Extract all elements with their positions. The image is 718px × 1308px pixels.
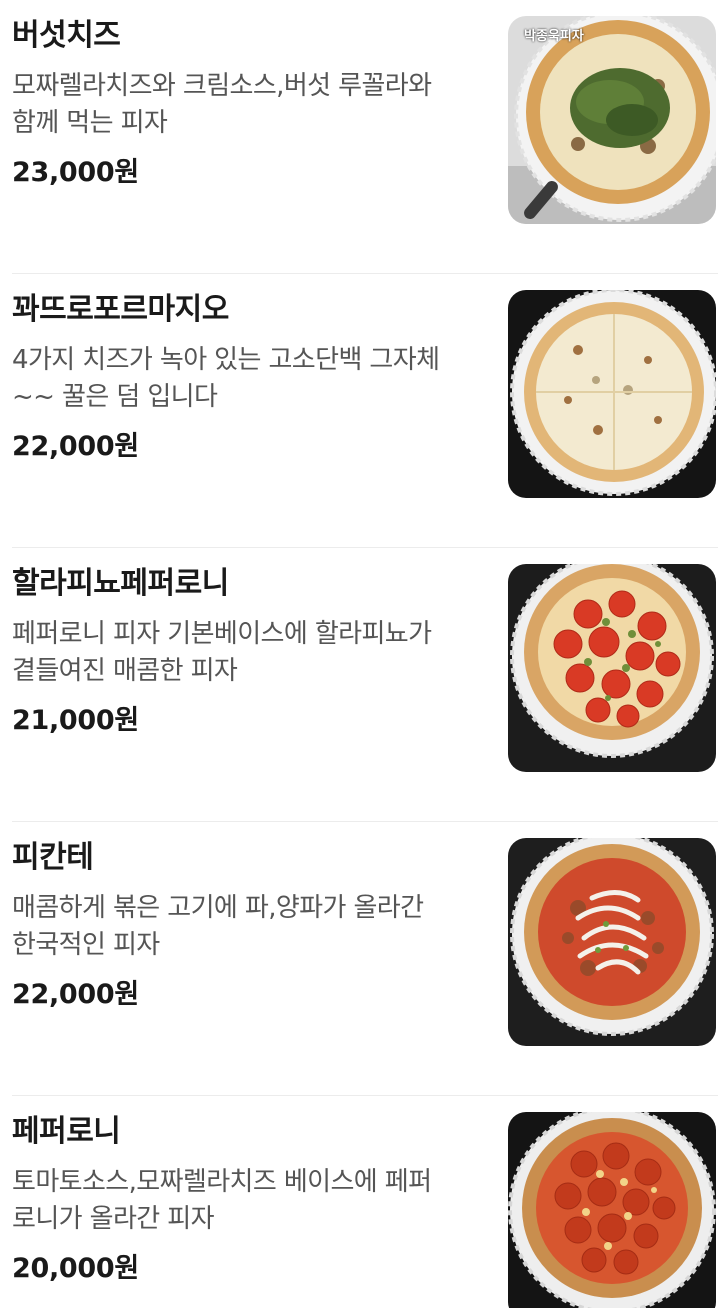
menu-list: 버섯치즈 모짜렐라치즈와 크림소스,버섯 루꼴라와 함께 먹는 피자 23,00… <box>0 0 718 1308</box>
menu-item-description-line: 곁들여진 매콤한 피자 <box>12 656 238 686</box>
menu-item-quattro-formaggi[interactable]: 꽈뜨로포르마지오 4가지 치즈가 녹아 있는 고소단백 그자체 ~~ 꿀은 덤 … <box>0 274 718 548</box>
menu-item-name: 할라피뇨페퍼로니 <box>12 566 229 601</box>
menu-item-description-line: 4가지 치즈가 녹아 있는 고소단백 그자체 <box>12 345 440 375</box>
image-watermark: 박종욱피자 <box>524 29 584 44</box>
menu-item-text: 꽈뜨로포르마지오 4가지 치즈가 녹아 있는 고소단백 그자체 ~~ 꿀은 덤 … <box>12 292 482 463</box>
mushroom-cheese-pizza-photo-icon <box>508 16 716 224</box>
menu-item-name: 버섯치즈 <box>12 18 121 53</box>
menu-item-image[interactable] <box>508 290 716 498</box>
menu-item-image[interactable] <box>508 564 716 772</box>
menu-item-piccante[interactable]: 피칸테 매콤하게 볶은 고기에 파,양파가 올라간 한국적인 피자 22,000… <box>0 822 718 1096</box>
menu-item-price: 22,000원 <box>12 979 139 1010</box>
menu-item-pepperoni[interactable]: 페퍼로니 토마토소스,모짜렐라치즈 베이스에 페퍼 로니가 올라간 피자 20,… <box>0 1096 718 1308</box>
menu-item-name: 피칸테 <box>12 840 94 875</box>
pepperoni-pizza-photo-icon <box>508 1112 716 1308</box>
menu-item-price: 21,000원 <box>12 705 139 736</box>
menu-item-price: 23,000원 <box>12 157 139 188</box>
menu-item-text: 페퍼로니 토마토소스,모짜렐라치즈 베이스에 페퍼 로니가 올라간 피자 20,… <box>12 1114 482 1285</box>
menu-item-description-line: 한국적인 피자 <box>12 930 160 960</box>
menu-item-image[interactable] <box>508 838 716 1046</box>
menu-item-description-line: 매콤하게 볶은 고기에 파,양파가 올라간 <box>12 893 424 923</box>
menu-item-description: 매콤하게 볶은 고기에 파,양파가 올라간 한국적인 피자 <box>12 890 482 964</box>
jalapeno-pepperoni-pizza-photo-icon <box>508 564 716 772</box>
menu-item-description: 토마토소스,모짜렐라치즈 베이스에 페퍼 로니가 올라간 피자 <box>12 1164 482 1238</box>
menu-item-text: 할라피뇨페퍼로니 페퍼로니 피자 기본베이스에 할라피뇨가 곁들여진 매콤한 피… <box>12 566 482 737</box>
menu-item-image[interactable] <box>508 1112 716 1308</box>
menu-item-description-line: 로니가 올라간 피자 <box>12 1204 214 1234</box>
menu-item-description: 페퍼로니 피자 기본베이스에 할라피뇨가 곁들여진 매콤한 피자 <box>12 616 482 690</box>
menu-item-image[interactable]: 박종욱피자 <box>508 16 716 224</box>
menu-item-price: 22,000원 <box>12 431 139 462</box>
menu-item-text: 피칸테 매콤하게 볶은 고기에 파,양파가 올라간 한국적인 피자 22,000… <box>12 840 482 1011</box>
menu-item-price: 20,000원 <box>12 1253 139 1284</box>
menu-item-name: 페퍼로니 <box>12 1114 121 1149</box>
menu-item-description: 모짜렐라치즈와 크림소스,버섯 루꼴라와 함께 먹는 피자 <box>12 68 482 142</box>
four-cheese-pizza-photo-icon <box>508 290 716 498</box>
menu-item-description-line: 함께 먹는 피자 <box>12 108 168 138</box>
menu-item-description-line: 토마토소스,모짜렐라치즈 베이스에 페퍼 <box>12 1167 432 1197</box>
menu-item-text: 버섯치즈 모짜렐라치즈와 크림소스,버섯 루꼴라와 함께 먹는 피자 23,00… <box>12 18 482 189</box>
menu-item-description-line: 모짜렐라치즈와 크림소스,버섯 루꼴라와 <box>12 71 432 101</box>
menu-item-jalapeno-pepperoni[interactable]: 할라피뇨페퍼로니 페퍼로니 피자 기본베이스에 할라피뇨가 곁들여진 매콤한 피… <box>0 548 718 822</box>
menu-item-description: 4가지 치즈가 녹아 있는 고소단백 그자체 ~~ 꿀은 덤 입니다 <box>12 342 482 416</box>
menu-item-mushroom-cheese[interactable]: 버섯치즈 모짜렐라치즈와 크림소스,버섯 루꼴라와 함께 먹는 피자 23,00… <box>0 0 718 274</box>
menu-item-description-line: 페퍼로니 피자 기본베이스에 할라피뇨가 <box>12 619 432 649</box>
piccante-pizza-photo-icon <box>508 838 716 1046</box>
menu-item-description-line: ~~ 꿀은 덤 입니다 <box>12 382 218 412</box>
menu-item-name: 꽈뜨로포르마지오 <box>12 292 229 327</box>
